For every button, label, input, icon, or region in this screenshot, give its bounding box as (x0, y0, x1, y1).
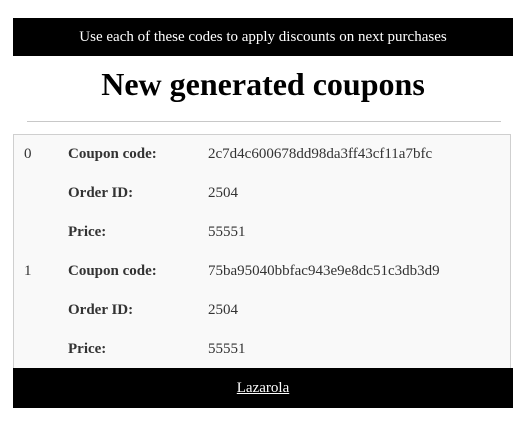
coupon-code-value: 75ba95040bbfac943e9e8dc51c3db3d9 (208, 263, 440, 279)
price-label: Price: (68, 341, 107, 357)
price-value: 55551 (208, 224, 246, 240)
coupon-row-price: Price: 55551 (14, 213, 508, 252)
info-banner-text: Use each of these codes to apply discoun… (79, 29, 447, 45)
info-banner: Use each of these codes to apply discoun… (13, 18, 513, 56)
coupon-index: 0 (24, 146, 32, 162)
coupon-code-value: 2c7d4c600678dd98da3ff43cf11a7bfc (208, 146, 433, 162)
coupon-list: 0 Coupon code: 2c7d4c600678dd98da3ff43cf… (13, 134, 511, 368)
page-title: New generated coupons (101, 66, 425, 102)
coupon-table: 0 Coupon code: 2c7d4c600678dd98da3ff43cf… (14, 135, 508, 369)
coupon-row-order: Order ID: 2504 (14, 291, 508, 330)
order-id-label: Order ID: (68, 302, 134, 318)
coupon-code-label: Coupon code: (68, 263, 157, 279)
footer: Lazarola (13, 368, 513, 408)
order-id-label: Order ID: (68, 185, 134, 201)
price-label: Price: (68, 224, 107, 240)
divider (27, 121, 501, 122)
coupon-index: 1 (24, 263, 32, 279)
coupon-row-code: 0 Coupon code: 2c7d4c600678dd98da3ff43cf… (14, 135, 508, 174)
footer-link[interactable]: Lazarola (237, 380, 289, 396)
price-value: 55551 (208, 341, 246, 357)
page: Use each of these codes to apply discoun… (0, 0, 527, 421)
coupon-row-order: Order ID: 2504 (14, 174, 508, 213)
coupon-code-label: Coupon code: (68, 146, 157, 162)
coupon-row-code: 1 Coupon code: 75ba95040bbfac943e9e8dc51… (14, 252, 508, 291)
coupon-row-price: Price: 55551 (14, 330, 508, 369)
order-id-value: 2504 (208, 302, 238, 318)
order-id-value: 2504 (208, 185, 238, 201)
